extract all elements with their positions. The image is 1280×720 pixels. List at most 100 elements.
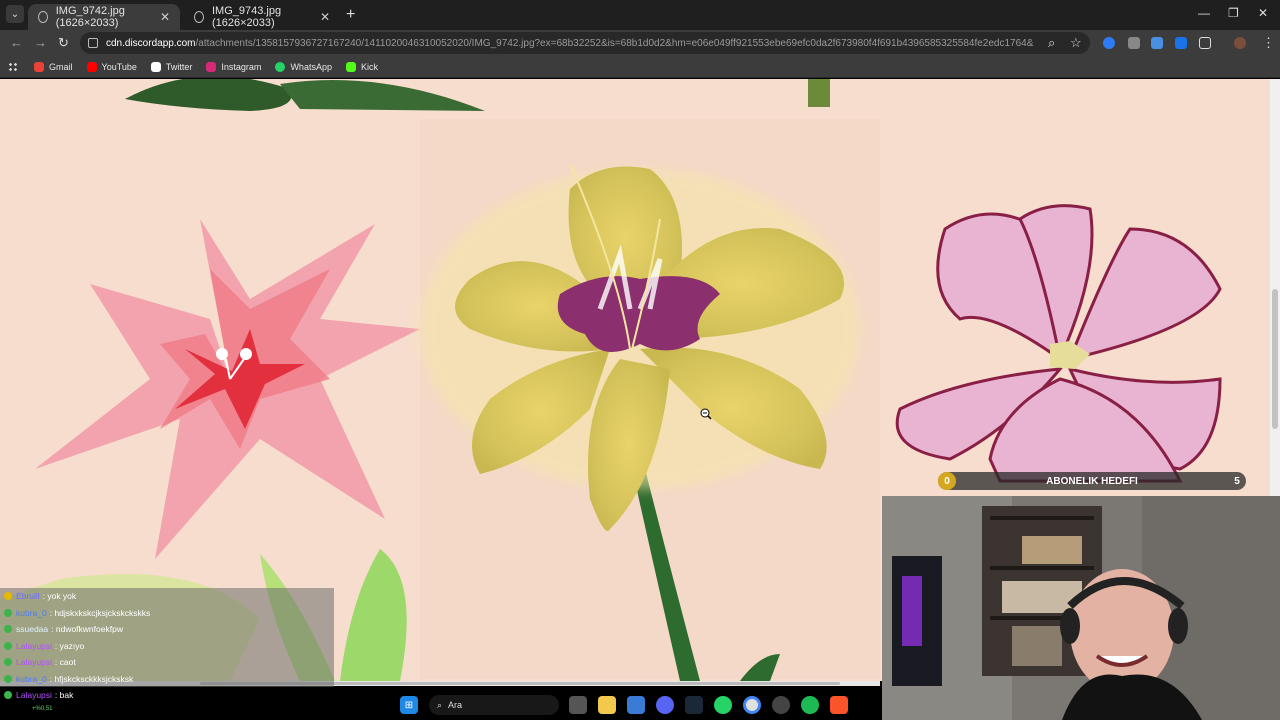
chat-text: : bak <box>54 690 74 701</box>
bookmark-kick[interactable]: Kick <box>345 61 378 72</box>
chat-text: : hfjskcksckkksjcksksk <box>49 673 134 684</box>
site-info-icon[interactable] <box>88 38 98 48</box>
instagram-icon <box>206 61 217 72</box>
goal-label: ABONELIK HEDEFI <box>1046 475 1138 487</box>
chrome-icon[interactable] <box>743 696 761 714</box>
chat-message: Ebrulll : yok yok <box>0 588 334 605</box>
new-tab-button[interactable]: + <box>346 6 355 24</box>
chat-subtext: +%0,51 <box>32 706 53 712</box>
subscription-goal-bar: 0 ABONELIK HEDEFI 5 <box>938 472 1246 490</box>
stream-chat: Ebrulll : yok yok kubra_0 : hdjskxkskcjk… <box>0 588 334 712</box>
url-host: cdn.discordapp.com <box>106 37 196 49</box>
close-tab-icon[interactable]: ✕ <box>160 10 170 24</box>
tab-title: IMG_9742.jpg (1626×2033) <box>55 5 125 29</box>
gmail-icon <box>34 61 44 72</box>
extension-icon[interactable] <box>1175 37 1187 49</box>
search-label: Ara <box>448 700 463 710</box>
chat-text: : caot <box>54 657 76 668</box>
bookmark-instagram[interactable]: Instagram <box>206 61 262 72</box>
minimize-icon[interactable]: — <box>1198 6 1210 20</box>
chat-username: kubra_0 <box>16 607 47 618</box>
forward-icon[interactable]: → <box>34 35 47 50</box>
chat-message: Lalayupsi : bak <box>0 687 334 704</box>
chat-text: : ndwofkwnfoekfpw <box>51 624 123 635</box>
extension-icon[interactable] <box>1128 37 1140 49</box>
chat-username: Ebrulll <box>16 591 40 602</box>
scrollbar-thumb[interactable] <box>1272 289 1278 429</box>
chat-message: Lalayupsi : caot <box>0 654 334 671</box>
bookmarks-bar: Gmail YouTube Twitter Instagram WhatsApp… <box>0 56 1280 78</box>
search-icon: ⌕ <box>437 699 443 710</box>
bookmark-whatsapp[interactable]: WhatsApp <box>275 61 332 72</box>
globe-icon <box>38 11 48 23</box>
bookmark-label: YouTube <box>101 61 137 72</box>
reload-icon[interactable]: ↻ <box>58 35 69 51</box>
chat-text: : hdjskxkskcjksjckskckskks <box>49 607 151 618</box>
tab-title: IMG_9743.jpg (1626×2033) <box>212 5 282 29</box>
chat-message: kubra_0 : hfjskcksckkksjcksksk <box>0 670 334 687</box>
chat-message: Lalayupsi : yazıyo <box>0 637 334 654</box>
zoom-icon[interactable]: ⌕ <box>1048 35 1055 51</box>
chat-text: : yazıyo <box>54 640 85 651</box>
back-icon[interactable]: ← <box>10 35 23 50</box>
tab-img-9742[interactable]: IMG_9742.jpg (1626×2033) ✕ <box>28 4 180 30</box>
store-icon[interactable] <box>627 696 645 714</box>
chat-message: ssuedaa : ndwofkwnfoekfpw <box>0 621 334 638</box>
bookmark-gmail[interactable]: Gmail <box>34 61 73 72</box>
bookmark-label: Gmail <box>49 61 73 72</box>
bookmark-label: WhatsApp <box>290 61 332 72</box>
whatsapp-icon[interactable] <box>714 696 732 714</box>
tab-img-9743[interactable]: IMG_9743.jpg (1626×2033) ✕ <box>184 4 340 30</box>
discord-icon[interactable] <box>656 696 674 714</box>
kick-icon <box>345 61 356 72</box>
chat-message: kubra_0 : hdjskxkskcjksjckskckskks <box>0 604 334 621</box>
tab-strip: ⌄ IMG_9742.jpg (1626×2033) ✕ IMG_9743.jp… <box>0 0 1280 30</box>
webcam-image <box>882 496 1280 720</box>
taskbar: ⊞ ⌕ Ara <box>400 690 880 720</box>
zoom-out-cursor-icon <box>700 408 712 420</box>
apps-grid-icon[interactable] <box>8 61 18 72</box>
close-tab-icon[interactable]: ✕ <box>320 10 330 24</box>
bookmark-twitter[interactable]: Twitter <box>150 61 193 72</box>
sub-badge-icon <box>4 592 12 601</box>
url-path: /attachments/1358157936727167240/1411020… <box>195 37 1034 49</box>
tab-search-icon[interactable]: ⌄ <box>6 5 24 23</box>
taskbar-search[interactable]: ⌕ Ara <box>429 695 559 715</box>
steam-icon[interactable] <box>685 696 703 714</box>
brave-icon[interactable] <box>830 696 848 714</box>
profile-avatar[interactable] <box>1234 37 1246 49</box>
webcam-feed <box>882 496 1280 720</box>
sub-badge-icon <box>4 625 12 634</box>
sub-badge-icon <box>4 608 12 617</box>
menu-kebab-icon[interactable]: ⋮ <box>1262 35 1275 51</box>
sub-badge-icon <box>4 641 12 650</box>
youtube-icon <box>86 61 97 72</box>
chat-username: kubra_0 <box>16 673 47 684</box>
windows-start-icon[interactable]: ⊞ <box>400 696 418 714</box>
x-icon <box>150 61 161 72</box>
bookmark-star-icon[interactable]: ☆ <box>1070 35 1082 51</box>
sub-badge-icon <box>4 674 12 683</box>
screen: ⌄ IMG_9742.jpg (1626×2033) ✕ IMG_9743.jp… <box>0 0 1280 720</box>
translate-icon[interactable] <box>1151 37 1163 49</box>
bookmark-youtube[interactable]: YouTube <box>86 61 137 72</box>
chat-text: : yok yok <box>42 591 77 602</box>
file-explorer-icon[interactable] <box>598 696 616 714</box>
close-window-icon[interactable]: ✕ <box>1258 6 1268 20</box>
goal-start-value: 0 <box>938 472 956 490</box>
chat-username: Lalayupsi <box>16 640 52 651</box>
chat-username: ssuedaa <box>16 624 49 635</box>
bookmark-label: Kick <box>360 61 378 72</box>
task-view-icon[interactable] <box>569 696 587 714</box>
extension-icon[interactable] <box>1103 37 1115 49</box>
toolbar: ← → ↻ cdn.discordapp.com /attachments/13… <box>0 30 1280 56</box>
extensions-puzzle-icon[interactable] <box>1199 37 1211 49</box>
maximize-icon[interactable]: ❐ <box>1228 6 1239 20</box>
obs-icon[interactable] <box>772 696 790 714</box>
sub-badge-icon <box>4 691 12 700</box>
bookmark-label: Instagram <box>221 61 262 72</box>
bookmark-label: Twitter <box>165 61 193 72</box>
chat-username: Lalayupsi <box>16 690 52 701</box>
spotify-icon[interactable] <box>801 696 819 714</box>
address-bar[interactable]: cdn.discordapp.com /attachments/13581579… <box>80 32 1090 54</box>
